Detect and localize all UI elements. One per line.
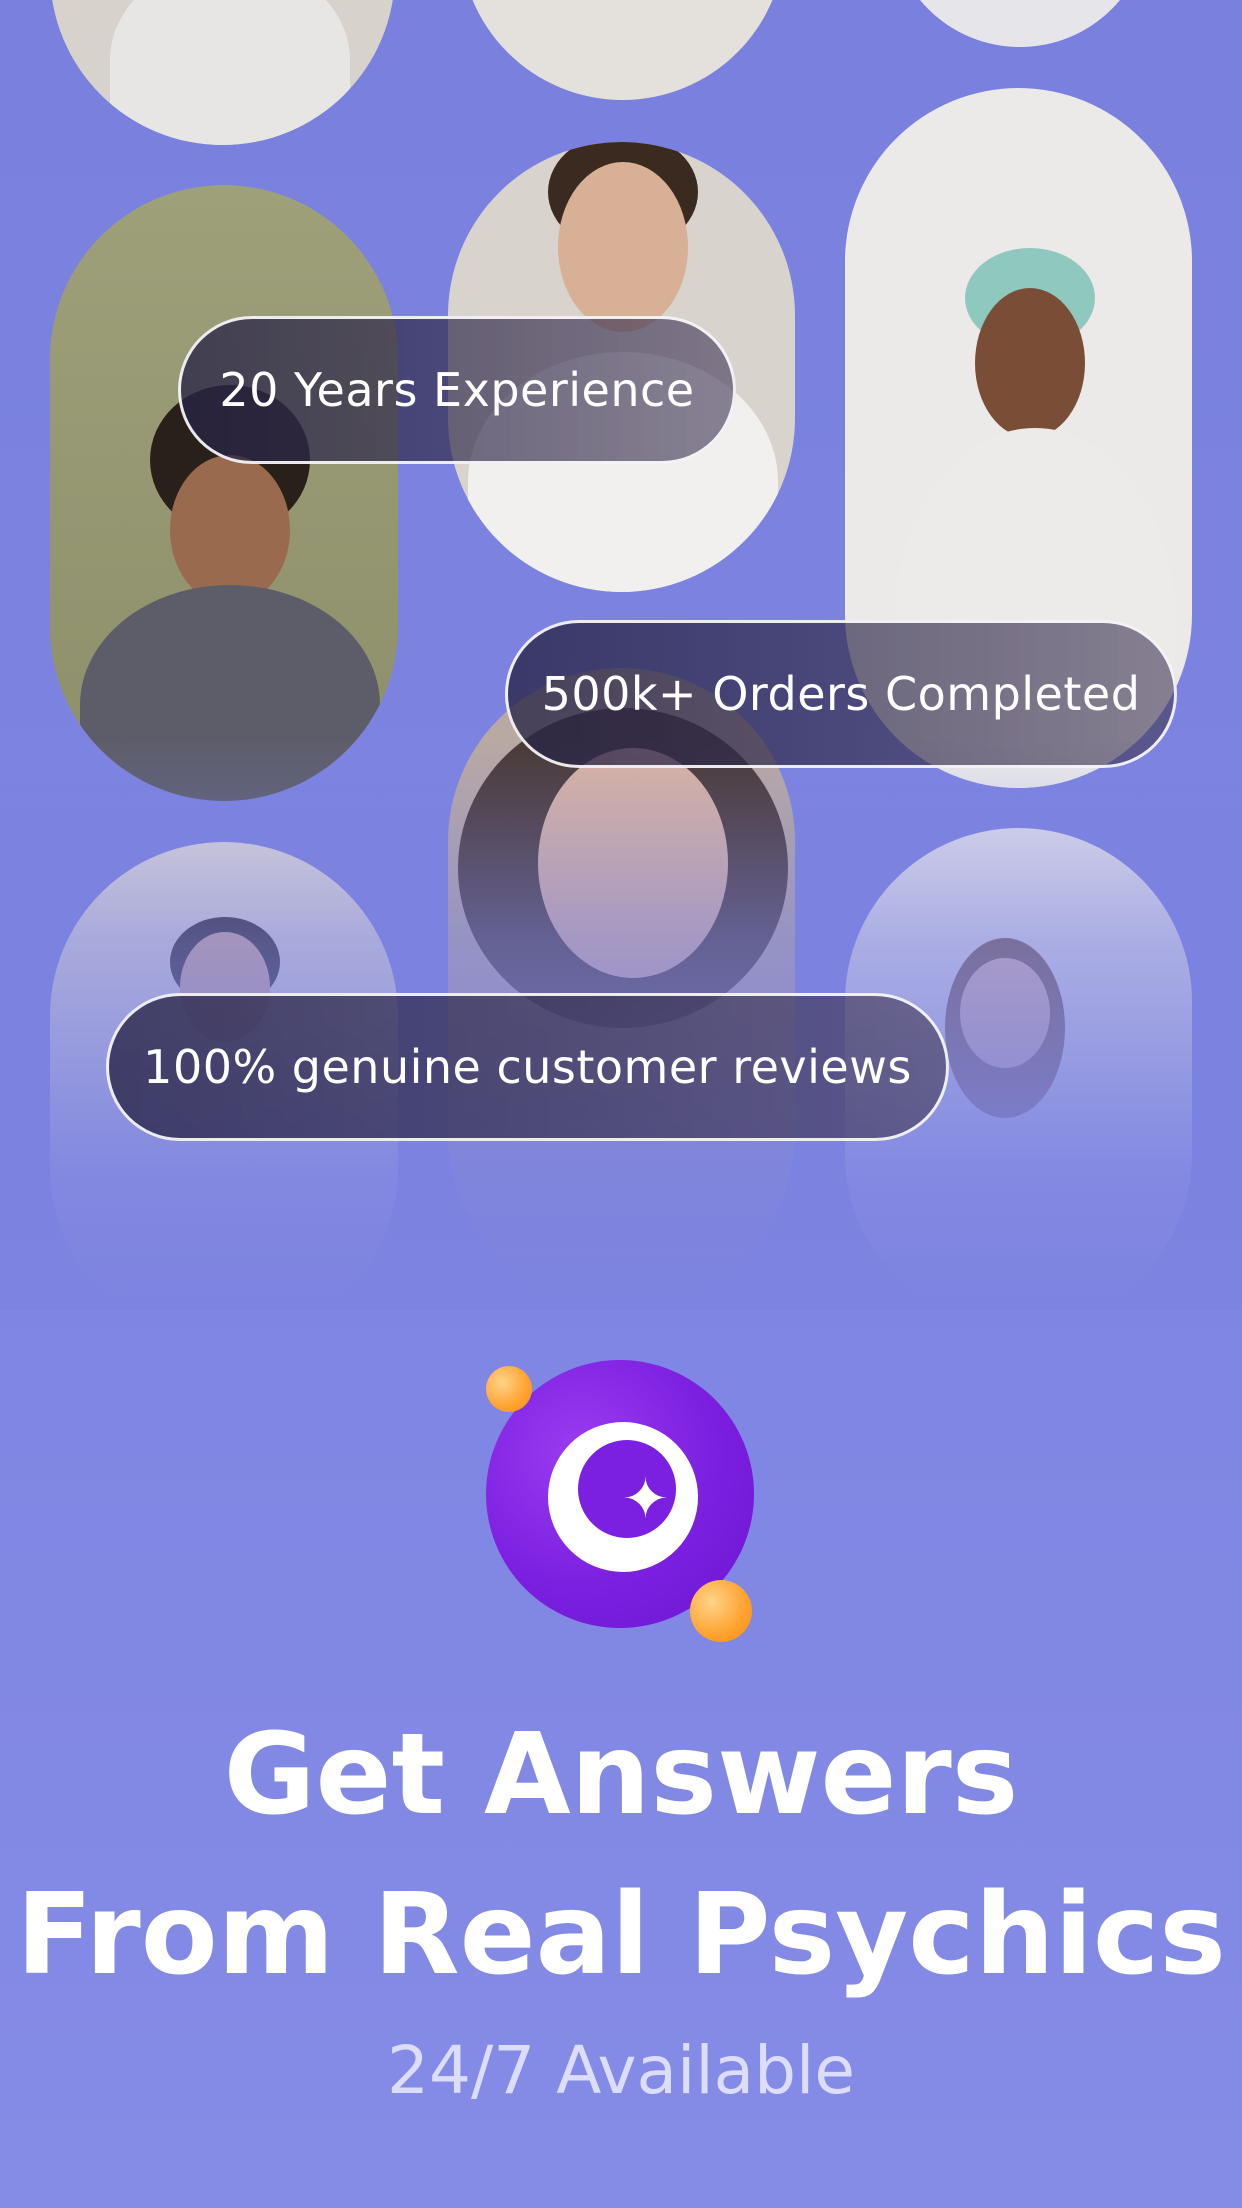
orange-orb-large bbox=[690, 1580, 752, 1642]
psychic-photo bbox=[50, 185, 398, 801]
crescent-moon-star-icon: ✦ bbox=[548, 1422, 698, 1572]
experience-badge-label: 20 Years Experience bbox=[219, 363, 695, 417]
psychic-photo bbox=[890, 0, 1150, 47]
orders-badge-label: 500k+ Orders Completed bbox=[541, 667, 1141, 721]
headline-line-2: From Real Psychics bbox=[16, 1870, 1226, 2000]
psychic-photo bbox=[50, 0, 395, 145]
headline-line-1: Get Answers bbox=[223, 1710, 1019, 1840]
orders-badge: 500k+ Orders Completed bbox=[505, 620, 1177, 768]
reviews-badge: 100% genuine customer reviews bbox=[106, 993, 949, 1141]
psychic-photo bbox=[460, 0, 785, 100]
star-icon: ✦ bbox=[622, 1467, 669, 1532]
orange-orb-small bbox=[486, 1366, 532, 1412]
availability-subtitle: 24/7 Available bbox=[387, 2032, 855, 2109]
reviews-badge-label: 100% genuine customer reviews bbox=[143, 1040, 912, 1094]
app-logo: ✦ bbox=[480, 1360, 760, 1650]
experience-badge: 20 Years Experience bbox=[178, 316, 736, 464]
